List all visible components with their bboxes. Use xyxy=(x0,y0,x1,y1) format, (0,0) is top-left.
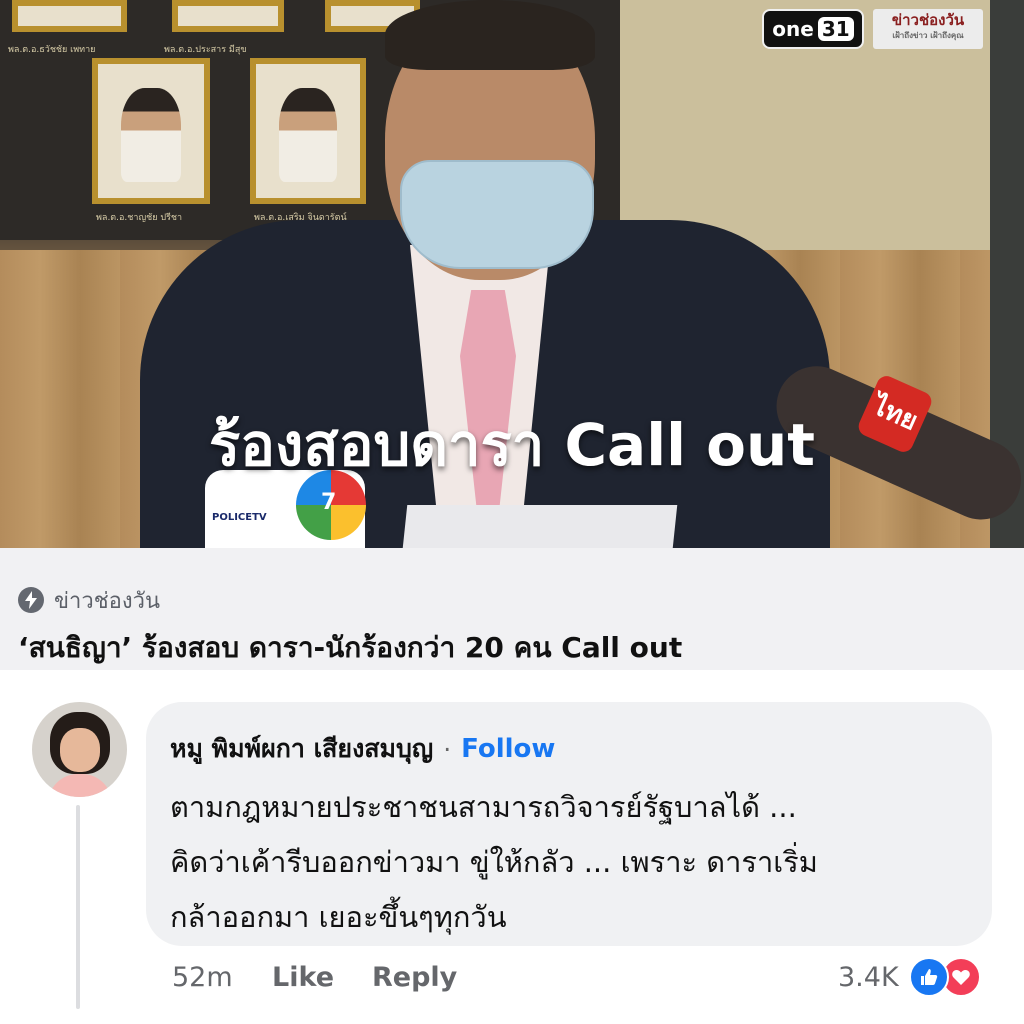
speaker-hair xyxy=(385,0,595,70)
reaction-summary[interactable]: 3.4K xyxy=(838,955,981,999)
news-logo: ข่าวช่องวัน เฝ้าถึงข่าว เฝ้าถึงคุณ xyxy=(873,9,983,49)
face-mask xyxy=(400,160,594,269)
link-source: ข่าวช่องวัน xyxy=(18,586,160,614)
avatar[interactable] xyxy=(32,702,127,797)
portrait-frame xyxy=(12,0,127,32)
portrait-frame xyxy=(172,0,284,32)
source-name: ข่าวช่องวัน xyxy=(54,588,161,614)
frame-label: พล.ต.อ.ประสาร มีสุข xyxy=(164,45,247,55)
frame-label: พล.ต.อ.ชาญชัย ปรีชา xyxy=(96,213,183,223)
comment-actions: 52m Like Reply xyxy=(172,955,457,999)
thread-line xyxy=(76,805,80,1009)
mic-police-tag: POLICETV xyxy=(212,512,267,523)
portrait-frame xyxy=(92,58,210,204)
link-headline[interactable]: ‘สนธิญา’ ร้องสอบ ดารา-นักร้องกว่า 20 คน … xyxy=(18,626,682,670)
video-caption: ร้องสอบดารา Call out xyxy=(208,411,816,479)
reaction-count: 3.4K xyxy=(838,961,899,993)
frame-label: พล.ต.อ.ธวัชชัย เพทาย xyxy=(8,45,96,55)
one31-logo: one 31 xyxy=(762,9,864,49)
comment-author[interactable]: หมู พิมพ์ผกา เสียงสมบุญ xyxy=(170,729,433,769)
follow-button[interactable]: Follow xyxy=(461,734,555,764)
news-video-thumbnail[interactable]: พล.ต.อ.ธวัชชัย เพทาย พล.ต.อ.ประสาร มีสุข… xyxy=(0,0,1024,548)
reply-button[interactable]: Reply xyxy=(372,962,457,993)
comment-timestamp[interactable]: 52m xyxy=(172,962,272,993)
bolt-icon xyxy=(18,587,44,613)
like-icon xyxy=(908,957,949,997)
comment-text: ตามกฎหมายประชาชนสามารถวิจารย์รัฐบาลได้ .… xyxy=(170,790,818,934)
comment-bubble: หมู พิมพ์ผกา เสียงสมบุญ · Follow ตามกฎหม… xyxy=(146,702,992,946)
like-button[interactable]: Like xyxy=(272,962,372,993)
papers xyxy=(402,505,678,548)
separator-dot: · xyxy=(443,734,452,764)
comment-header: หมู พิมพ์ผกา เสียงสมบุญ · Follow xyxy=(170,732,992,766)
portrait-frame xyxy=(250,58,366,204)
